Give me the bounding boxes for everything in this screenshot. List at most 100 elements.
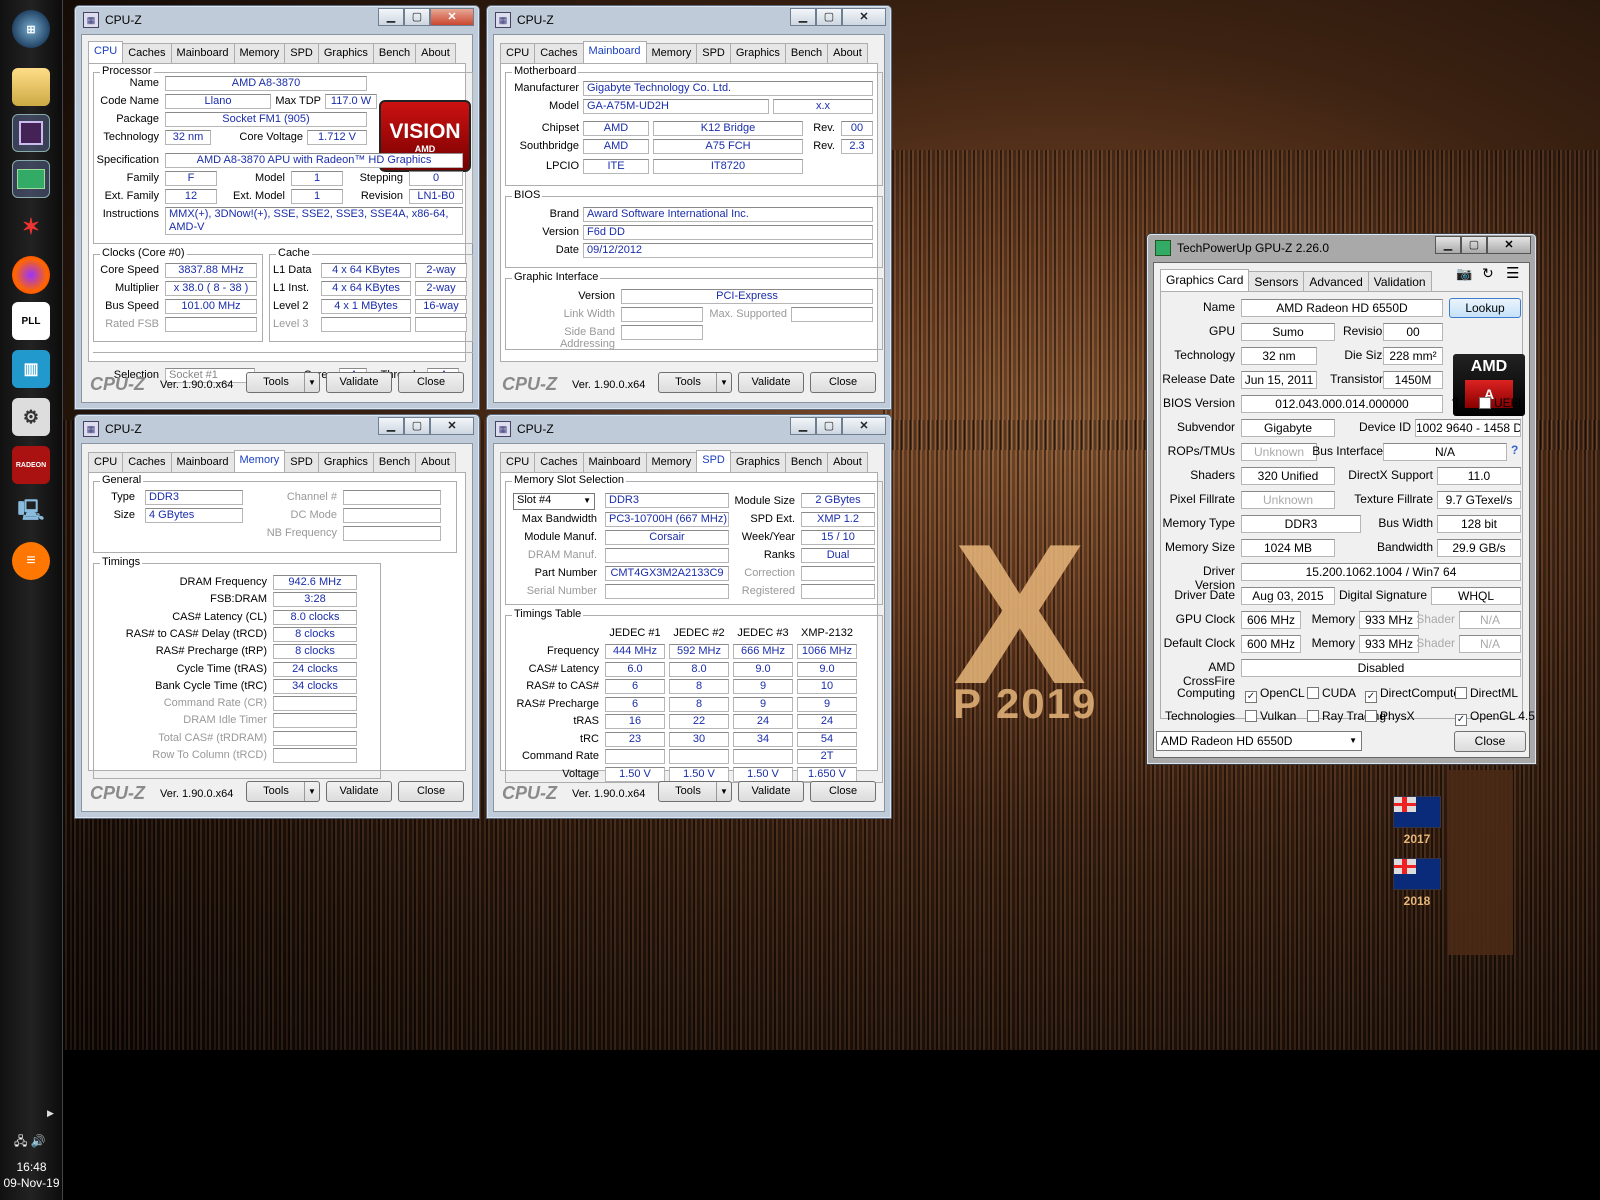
show-hidden-icons-icon[interactable]: ▶: [47, 1108, 54, 1119]
tab-caches[interactable]: Caches: [122, 452, 172, 472]
tab-cpu[interactable]: CPU: [88, 452, 124, 472]
radeonmod-icon[interactable]: RADEON: [12, 446, 50, 484]
tab-memory[interactable]: Memory: [645, 43, 698, 63]
tab-about[interactable]: About: [827, 43, 868, 63]
help-icon[interactable]: ?: [1511, 443, 1518, 457]
technologies-checkbox[interactable]: Vulkan: [1245, 709, 1296, 723]
tray-icons[interactable]: 🖧 🔊: [14, 1132, 46, 1153]
tab-graphics-card[interactable]: Graphics Card: [1160, 269, 1250, 291]
camera-icon[interactable]: 📷: [1456, 266, 1472, 282]
minimize-button[interactable]: ▁: [378, 417, 404, 435]
tab-caches[interactable]: Caches: [534, 43, 584, 63]
gpuz-icon[interactable]: [12, 160, 50, 198]
close-window-button[interactable]: ✕: [1487, 236, 1531, 254]
tab-bench[interactable]: Bench: [784, 43, 829, 63]
computing-checkbox[interactable]: CUDA: [1307, 686, 1356, 700]
gpuz-window[interactable]: TechPowerUp GPU-Z 2.26.0 ▁ ▢ ✕ Graphics Ca…: [1146, 233, 1537, 765]
tools-button[interactable]: Tools: [658, 781, 732, 802]
close-button[interactable]: Close: [810, 781, 876, 802]
cpuz-window-mainboard[interactable]: ▦ CPU-Z ▁ ▢ ✕ CPU Caches Mainboard Memory S…: [486, 5, 892, 410]
tab-bench[interactable]: Bench: [784, 452, 829, 472]
tab-caches[interactable]: Caches: [534, 452, 584, 472]
cpuz-window-cpu[interactable]: ▦ CPU-Z ▁ ▢ ✕ CPU Caches Mainboard Memory S…: [74, 5, 480, 410]
gpuz-close-button[interactable]: Close: [1454, 731, 1526, 752]
tab-advanced[interactable]: Advanced: [1303, 271, 1369, 291]
close-button[interactable]: Close: [398, 781, 464, 802]
uefi-checkbox[interactable]: UEFI: [1479, 396, 1521, 410]
cpuz-icon[interactable]: [12, 114, 50, 152]
tab-memory[interactable]: Memory: [233, 43, 286, 63]
validate-button[interactable]: Validate: [738, 781, 804, 802]
close-window-button[interactable]: ✕: [842, 8, 886, 26]
maximize-button[interactable]: ▢: [404, 417, 430, 435]
tab-graphics[interactable]: Graphics: [317, 452, 374, 472]
tab-spd[interactable]: SPD: [284, 43, 319, 63]
tab-graphics[interactable]: Graphics: [729, 43, 786, 63]
close-button[interactable]: Close: [398, 372, 464, 393]
tools-button[interactable]: Tools: [246, 781, 320, 802]
pllset-icon[interactable]: PLL: [12, 302, 50, 340]
technologies-checkbox[interactable]: PhysX: [1365, 709, 1415, 723]
cpuz-window-spd[interactable]: ▦ CPU-Z ▁ ▢ ✕ CPU Caches Mainboard Memory S…: [486, 414, 892, 819]
minimize-button[interactable]: ▁: [790, 417, 816, 435]
tab-spd[interactable]: SPD: [696, 450, 731, 472]
tab-mainboard[interactable]: Mainboard: [170, 452, 235, 472]
tab-memory[interactable]: Memory: [233, 450, 286, 472]
tab-graphics[interactable]: Graphics: [317, 43, 374, 63]
validate-button[interactable]: Validate: [326, 781, 392, 802]
computing-checkbox[interactable]: ✓ DirectCompute: [1365, 686, 1460, 703]
firefox-icon[interactable]: [12, 256, 50, 294]
close-window-button[interactable]: ✕: [430, 417, 474, 435]
tab-bench[interactable]: Bench: [372, 43, 417, 63]
tab-graphics[interactable]: Graphics: [729, 452, 786, 472]
tab-about[interactable]: About: [415, 43, 456, 63]
tab-bench[interactable]: Bench: [372, 452, 417, 472]
minimize-button[interactable]: ▁: [1435, 236, 1461, 254]
tools-button[interactable]: Tools: [658, 372, 732, 393]
tab-mainboard[interactable]: Mainboard: [582, 452, 647, 472]
close-window-button[interactable]: ✕: [842, 417, 886, 435]
tab-spd[interactable]: SPD: [284, 452, 319, 472]
tab-cpu[interactable]: CPU: [88, 41, 124, 63]
menu-icon[interactable]: ≡: [12, 542, 50, 580]
tab-about[interactable]: About: [827, 452, 868, 472]
tab-memory[interactable]: Memory: [645, 452, 698, 472]
maximize-button[interactable]: ▢: [404, 8, 430, 26]
computing-checkbox[interactable]: DirectML: [1455, 686, 1518, 700]
close-window-button[interactable]: ✕: [430, 8, 474, 26]
tool-icon[interactable]: ⚙: [12, 398, 50, 436]
close-button[interactable]: Close: [810, 372, 876, 393]
menu-icon[interactable]: ☰: [1506, 264, 1519, 282]
maximize-button[interactable]: ▢: [816, 417, 842, 435]
tab-validation[interactable]: Validation: [1367, 271, 1432, 291]
share-icon[interactable]: ⇪: [1449, 394, 1462, 412]
computing-checkbox[interactable]: ✓ OpenCL: [1245, 686, 1305, 703]
tab-about[interactable]: About: [415, 452, 456, 472]
tab-caches[interactable]: Caches: [122, 43, 172, 63]
tab-mainboard[interactable]: Mainboard: [582, 41, 647, 63]
tab-cpu[interactable]: CPU: [500, 43, 536, 63]
maximize-button[interactable]: ▢: [1461, 236, 1487, 254]
aida64-icon[interactable]: ✶: [12, 208, 50, 246]
tools-button[interactable]: Tools: [246, 372, 320, 393]
minimize-button[interactable]: ▁: [790, 8, 816, 26]
minimize-button[interactable]: ▁: [378, 8, 404, 26]
taskbar-clock[interactable]: 16:48 09-Nov-19: [0, 1159, 63, 1191]
hwinfo-icon[interactable]: ▥: [12, 350, 50, 388]
slot-dropdown[interactable]: Slot #4 ▼: [513, 493, 595, 510]
folder-icon[interactable]: [12, 68, 50, 106]
windows-start-icon[interactable]: ⊞: [12, 10, 50, 48]
refresh-icon[interactable]: ↻: [1482, 265, 1494, 282]
tab-mainboard[interactable]: Mainboard: [170, 43, 235, 63]
validate-button[interactable]: Validate: [326, 372, 392, 393]
cpuz-window-memory[interactable]: ▦ CPU-Z ▁ ▢ ✕ CPU Caches Mainboard Memory S…: [74, 414, 480, 819]
card-select-dropdown[interactable]: AMD Radeon HD 6550D: [1156, 731, 1362, 751]
validate-button[interactable]: Validate: [738, 372, 804, 393]
tab-cpu[interactable]: CPU: [500, 452, 536, 472]
maximize-button[interactable]: ▢: [816, 8, 842, 26]
computer-icon[interactable]: 🖳: [12, 494, 50, 532]
tab-spd[interactable]: SPD: [696, 43, 731, 63]
technologies-checkbox[interactable]: ✓ OpenGL 4.5: [1455, 709, 1535, 726]
tab-sensors[interactable]: Sensors: [1248, 271, 1305, 291]
lookup-button[interactable]: Lookup: [1449, 298, 1521, 318]
